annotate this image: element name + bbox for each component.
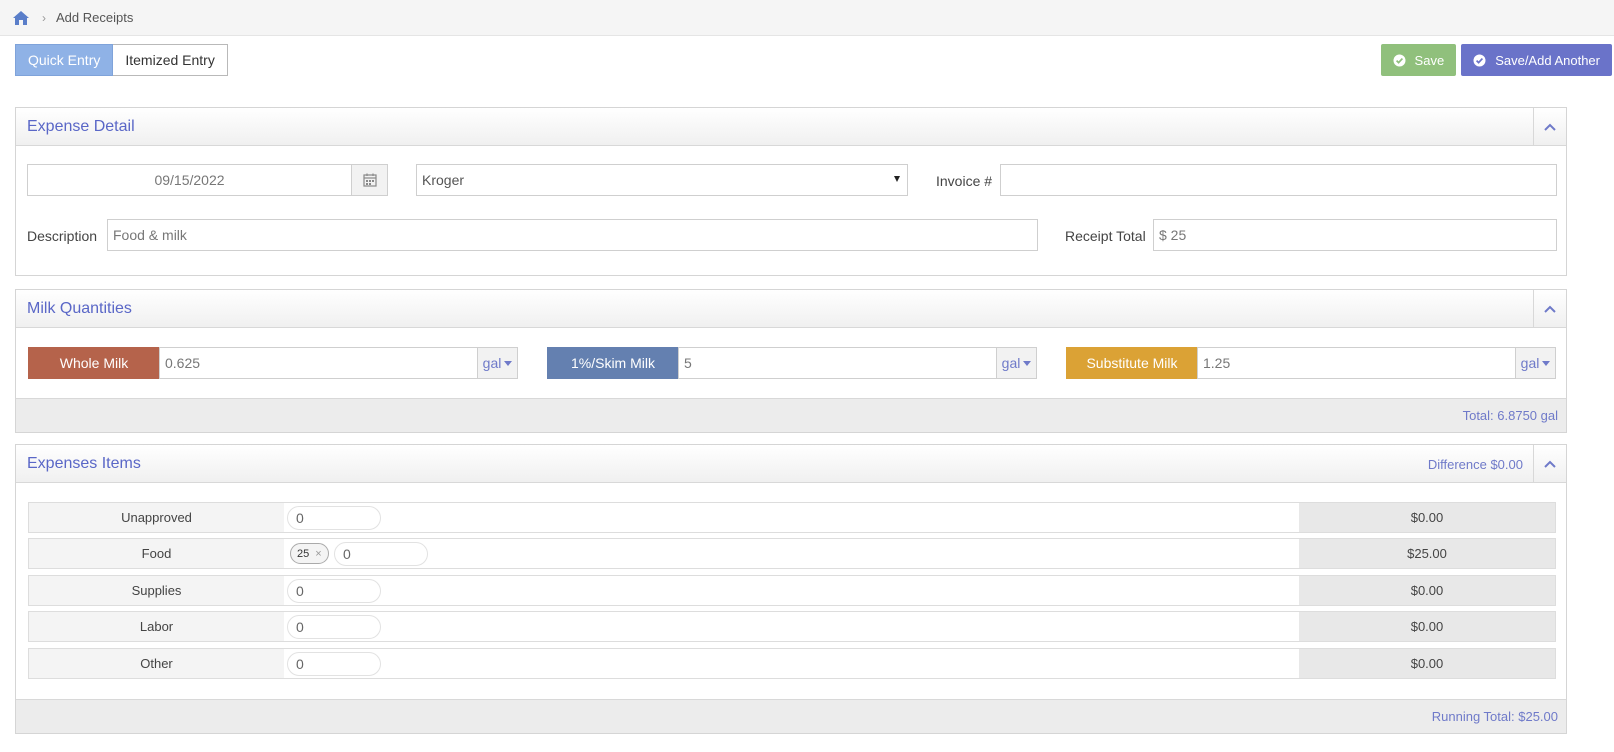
tag-input-area: 0 (284, 576, 1300, 605)
invoice-label: Invoice # (936, 173, 993, 189)
save-button-label: Save (1414, 52, 1445, 68)
vendor-selected: Kroger (422, 172, 465, 188)
expenses-items-panel: Expenses Items Difference $0.00 Unapprov… (15, 444, 1567, 734)
calendar-button[interactable] (351, 164, 388, 196)
skim-milk-label: 1%/Skim Milk (547, 347, 679, 379)
amount-tag-input[interactable]: 0 (287, 652, 381, 676)
row-amount: $25.00 (1299, 539, 1555, 568)
category-label: Unapproved (121, 510, 192, 525)
amount-tag-input[interactable]: 0 (334, 542, 428, 566)
row-amount: $0.00 (1299, 503, 1555, 532)
collapse-button[interactable] (1533, 290, 1566, 327)
skim-milk-unit-dropdown[interactable]: gal (996, 347, 1037, 379)
receipt-total-input[interactable]: $ 25 (1153, 219, 1557, 251)
tag-input-area: 0 (284, 649, 1300, 678)
substitute-milk-input[interactable]: 1.25 (1197, 347, 1517, 379)
expense-detail-header: Expense Detail (16, 108, 1566, 146)
amount-tag-input[interactable]: 0 (287, 579, 381, 603)
tab-itemized-entry[interactable]: Itemized Entry (113, 44, 228, 76)
unit-label: gal (482, 355, 502, 371)
save-button[interactable]: Save (1380, 44, 1457, 76)
collapse-button[interactable] (1533, 108, 1566, 145)
chip-remove-icon[interactable]: × (315, 548, 321, 560)
save-add-another-label: Save/Add Another (1495, 52, 1600, 68)
vendor-select[interactable]: Kroger (416, 164, 908, 196)
unit-label: gal (1520, 355, 1540, 371)
skim-milk-input[interactable]: 5 (678, 347, 998, 379)
breadcrumb-current: Add Receipts (56, 10, 134, 25)
row-amount: $0.00 (1299, 576, 1555, 605)
table-row: Other 0 $0.00 (28, 648, 1556, 679)
panel-title: Expenses Items (27, 454, 141, 472)
running-total: Running Total: $25.00 (16, 699, 1566, 733)
chip-value: 25 (297, 547, 310, 560)
category-label: Other (140, 656, 173, 671)
table-row: Supplies 0 $0.00 (28, 575, 1556, 606)
category-label: Supplies (131, 583, 182, 598)
description-input[interactable]: Food & milk (107, 219, 1038, 251)
breadcrumb: › Add Receipts (0, 0, 1614, 36)
table-row: Unapproved 0 $0.00 (28, 502, 1556, 533)
amount-chip: 25 × (290, 543, 329, 564)
chevron-up-icon (1544, 460, 1556, 468)
chevron-up-icon (1544, 123, 1556, 131)
tag-input-area: 0 (284, 503, 1300, 532)
panel-title: Expense Detail (27, 117, 135, 135)
milk-total: Total: 6.8750 gal (16, 398, 1566, 432)
category-label: Food (141, 546, 172, 561)
chevron-right-icon: › (42, 10, 46, 25)
whole-milk-unit-dropdown[interactable]: gal (477, 347, 518, 379)
row-amount: $0.00 (1299, 612, 1555, 641)
collapse-button[interactable] (1533, 445, 1566, 482)
amount-tag-input[interactable]: 0 (287, 506, 381, 530)
table-row: Labor 0 $0.00 (28, 611, 1556, 642)
save-add-another-button[interactable]: Save/Add Another (1461, 44, 1612, 76)
unit-label: gal (1001, 355, 1021, 371)
description-label: Description (27, 228, 98, 244)
dropdown-caret-icon (894, 176, 900, 182)
invoice-input[interactable] (1000, 164, 1557, 196)
row-amount: $0.00 (1299, 649, 1555, 678)
tag-input-area: 25 × 0 (284, 539, 1300, 568)
tab-quick-entry[interactable]: Quick Entry (15, 44, 114, 76)
check-circle-icon (1393, 54, 1406, 67)
tag-input-area: 0 (284, 612, 1300, 641)
expense-detail-panel: Expense Detail 09/15/2022 Kroger Invoice… (15, 107, 1567, 276)
substitute-milk-unit-dropdown[interactable]: gal (1515, 347, 1556, 379)
whole-milk-label: Whole Milk (28, 347, 160, 379)
caret-down-icon (1542, 360, 1551, 366)
milk-quantities-header: Milk Quantities (16, 290, 1566, 328)
check-circle-icon (1473, 54, 1486, 67)
date-input[interactable]: 09/15/2022 (27, 164, 352, 196)
difference-text: Difference $0.00 (1427, 457, 1523, 472)
amount-tag-input[interactable]: 0 (287, 615, 381, 639)
caret-down-icon (1023, 360, 1032, 366)
caret-down-icon (504, 360, 513, 366)
category-label: Labor (139, 619, 174, 634)
table-row: Food 25 × 0 $25.00 (28, 538, 1556, 569)
entry-mode-toggle: Quick Entry Itemized Entry (15, 44, 228, 76)
action-buttons: Save Save/Add Another (1380, 44, 1614, 76)
home-icon[interactable] (12, 10, 30, 26)
whole-milk-input[interactable]: 0.625 (159, 347, 479, 379)
substitute-milk-label: Substitute Milk (1066, 347, 1198, 379)
panel-title: Milk Quantities (27, 299, 132, 317)
calendar-icon (362, 173, 377, 187)
chevron-up-icon (1544, 305, 1556, 313)
milk-quantities-panel: Milk Quantities Whole Milk 0.625 gal 1%/… (15, 289, 1567, 433)
expenses-items-header: Expenses Items Difference $0.00 (16, 445, 1566, 483)
receipt-total-label: Receipt Total (1065, 228, 1146, 244)
